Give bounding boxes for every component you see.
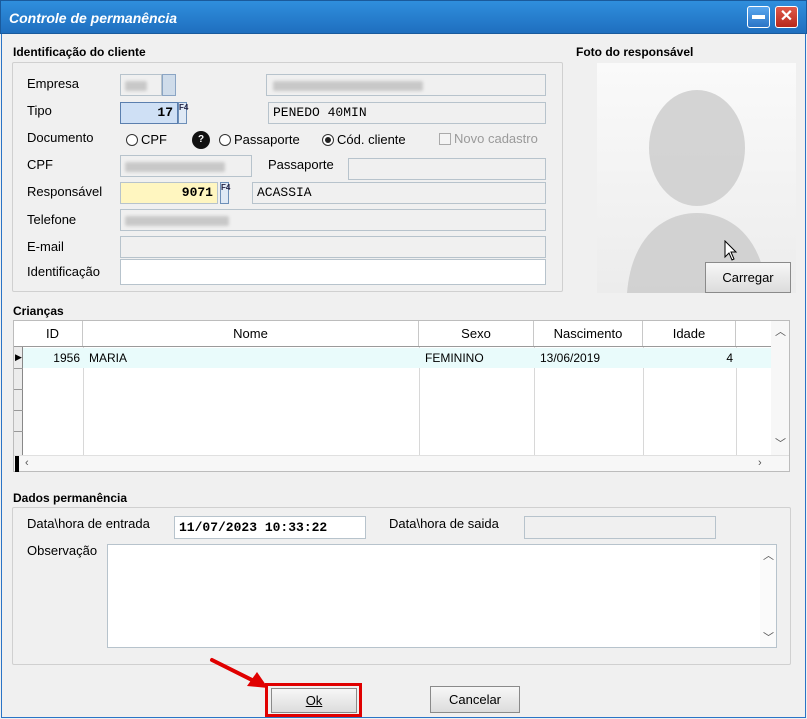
col-nome-header[interactable]: Nome xyxy=(83,321,419,346)
table-row[interactable]: 1956 MARIA FEMININO 13/06/2019 4 xyxy=(23,348,771,368)
mouse-cursor-icon xyxy=(724,239,738,262)
carregar-button[interactable]: Carregar xyxy=(705,262,791,293)
photo-section-title: Foto do responsável xyxy=(576,45,694,59)
help-icon[interactable]: ? xyxy=(192,131,210,149)
responsavel-f4-lookup-button[interactable]: F4 xyxy=(220,182,230,204)
responsavel-name-value: ACASSIA xyxy=(257,185,312,200)
radio-cod-cliente-label: Cód. cliente xyxy=(337,132,406,147)
empresa-name-field xyxy=(266,74,546,96)
observacao-label: Observação xyxy=(27,543,98,558)
row-sexo: FEMININO xyxy=(425,351,484,365)
row-nome: MARIA xyxy=(89,351,128,365)
tipo-f4-lookup-button[interactable]: F4 xyxy=(178,102,188,124)
identificacao-label: Identificação xyxy=(27,264,100,279)
empresa-lookup-button[interactable] xyxy=(162,74,176,96)
empresa-code-field[interactable] xyxy=(120,74,162,96)
scroll-right-icon[interactable]: › xyxy=(758,457,762,469)
tipo-label: Tipo xyxy=(27,103,52,118)
ok-button[interactable]: Ok xyxy=(271,688,357,713)
email-label: E-mail xyxy=(27,239,64,254)
email-field[interactable] xyxy=(120,236,546,258)
children-grid[interactable]: ID Nome Sexo Nascimento Idade ▶ 1956 MAR… xyxy=(13,320,790,472)
memo-scroll-up-icon[interactable]: ︿ xyxy=(763,547,774,563)
row-id: 1956 xyxy=(53,351,80,365)
radio-cpf-circle[interactable] xyxy=(126,134,138,146)
scroll-up-icon[interactable]: ︿ xyxy=(775,323,786,339)
silhouette-icon xyxy=(627,90,767,293)
radio-passaporte[interactable]: Passaporte xyxy=(219,132,300,147)
tipo-code-field[interactable]: 17 xyxy=(120,102,178,124)
responsavel-label: Responsável xyxy=(27,184,103,199)
window-title: Controle de permanência xyxy=(9,10,178,26)
tipo-name-value: PENEDO 40MIN xyxy=(273,105,367,120)
cancelar-button[interactable]: Cancelar xyxy=(430,686,520,713)
memo-scroll-down-icon[interactable]: ﹀ xyxy=(763,629,774,645)
entrada-field[interactable]: 11/07/2023 10:33:22 xyxy=(174,516,366,539)
telefone-label: Telefone xyxy=(27,212,77,227)
novo-cadastro-box[interactable] xyxy=(439,133,451,145)
row-indicator-column xyxy=(14,347,23,457)
responsible-photo xyxy=(597,63,796,293)
row-nascimento: 13/06/2019 xyxy=(540,351,601,365)
col-nascimento-header[interactable]: Nascimento xyxy=(534,321,643,346)
children-section-title: Crianças xyxy=(13,304,64,318)
cpf-label: CPF xyxy=(27,157,53,172)
radio-passaporte-circle[interactable] xyxy=(219,134,231,146)
telefone-field[interactable] xyxy=(120,209,546,231)
saida-field[interactable] xyxy=(524,516,716,539)
radio-cpf-label: CPF xyxy=(141,132,167,147)
current-row-pointer-icon: ▶ xyxy=(15,352,22,362)
documento-label: Documento xyxy=(27,130,94,145)
grid-header: ID Nome Sexo Nascimento Idade xyxy=(14,321,771,347)
entrada-label: Data\hora de entrada xyxy=(27,516,150,531)
entrada-value: 11/07/2023 10:33:22 xyxy=(179,520,328,535)
responsavel-code-field[interactable]: 9071 xyxy=(120,182,218,204)
tipo-code-value: 17 xyxy=(157,105,173,120)
radio-passaporte-label: Passaporte xyxy=(234,132,300,147)
title-bar: Controle de permanência xyxy=(0,0,807,34)
novo-cadastro-checkbox[interactable]: Novo cadastro xyxy=(439,131,538,146)
close-button[interactable]: ✕ xyxy=(775,6,798,28)
saida-label: Data\hora de saida xyxy=(389,516,499,531)
radio-cpf[interactable]: CPF xyxy=(126,132,167,147)
col-sexo-header[interactable]: Sexo xyxy=(419,321,534,346)
responsavel-code-value: 9071 xyxy=(181,185,213,200)
scroll-down-icon[interactable]: ﹀ xyxy=(775,435,786,451)
empresa-label: Empresa xyxy=(27,76,80,91)
tipo-name-field: PENEDO 40MIN xyxy=(268,102,546,124)
passaporte-field[interactable] xyxy=(348,158,546,180)
observacao-scrollbar[interactable]: ︿ ﹀ xyxy=(760,545,776,647)
col-idade-header[interactable]: Idade xyxy=(643,321,736,346)
stay-section-title: Dados permanência xyxy=(13,491,128,505)
red-arrow-icon xyxy=(210,658,268,688)
grid-horizontal-scrollbar[interactable]: ‹ › xyxy=(14,455,789,472)
client-section-title: Identificação do cliente xyxy=(13,45,146,59)
cpf-field[interactable] xyxy=(120,155,252,177)
radio-cod-cliente[interactable]: Cód. cliente xyxy=(322,132,406,147)
identificacao-field[interactable] xyxy=(120,259,546,285)
responsavel-name-field: ACASSIA xyxy=(252,182,546,204)
novo-cadastro-label: Novo cadastro xyxy=(454,131,538,146)
minimize-button[interactable] xyxy=(747,6,770,28)
row-idade: 4 xyxy=(726,351,733,365)
grid-vertical-scrollbar[interactable]: ︿ ﹀ xyxy=(771,321,789,455)
observacao-textarea[interactable]: ︿ ﹀ xyxy=(107,544,777,648)
scroll-left-icon[interactable]: ‹ xyxy=(25,457,29,469)
passaporte-label: Passaporte xyxy=(268,157,334,172)
radio-cod-cliente-circle[interactable] xyxy=(322,134,334,146)
col-id-header[interactable]: ID xyxy=(23,321,83,346)
